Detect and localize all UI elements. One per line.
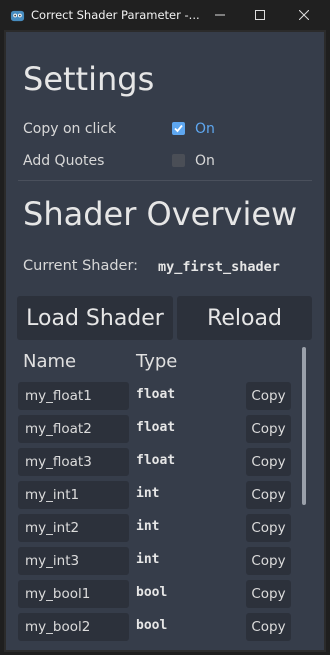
param-row: my_float2 float Copy bbox=[18, 415, 294, 443]
scrollbar-thumb[interactable] bbox=[302, 347, 306, 505]
godot-icon bbox=[10, 10, 25, 22]
param-row: my_int2 int Copy bbox=[18, 514, 294, 542]
param-name-field[interactable]: my_float2 bbox=[18, 415, 129, 443]
copy-button[interactable]: Copy bbox=[246, 514, 291, 542]
close-button[interactable] bbox=[284, 0, 324, 30]
copy-button[interactable]: Copy bbox=[246, 448, 291, 476]
add-quotes-state[interactable]: On bbox=[195, 153, 215, 169]
close-icon bbox=[299, 10, 309, 20]
window-title: Correct Shader Parameter -... bbox=[31, 8, 200, 22]
checkmark-icon bbox=[174, 124, 183, 133]
param-type: int bbox=[136, 519, 160, 534]
param-row: my_float1 float Copy bbox=[18, 382, 294, 410]
minimize-icon bbox=[215, 14, 225, 16]
copy-on-click-state[interactable]: On bbox=[195, 121, 215, 137]
copy-button[interactable]: Copy bbox=[246, 547, 291, 575]
param-name-field[interactable]: my_float3 bbox=[18, 448, 129, 476]
current-shader-value: my_first_shader bbox=[158, 259, 280, 275]
copy-button[interactable]: Copy bbox=[246, 415, 291, 443]
param-row: my_float3 float Copy bbox=[18, 448, 294, 476]
copy-on-click-checkbox[interactable] bbox=[172, 122, 185, 135]
add-quotes-checkbox[interactable] bbox=[172, 154, 185, 167]
add-quotes-label: Add Quotes bbox=[23, 153, 105, 169]
current-shader-label: Current Shader: bbox=[23, 258, 139, 274]
param-type: float bbox=[136, 420, 176, 435]
param-row: my_bool2 bool Copy bbox=[18, 613, 294, 641]
param-type: int bbox=[136, 552, 160, 567]
param-row: my_int1 int Copy bbox=[18, 481, 294, 509]
type-column-header: Type bbox=[136, 351, 178, 372]
reload-button[interactable]: Reload bbox=[177, 296, 312, 340]
divider bbox=[18, 180, 312, 181]
param-type: bool bbox=[136, 585, 168, 600]
settings-heading: Settings bbox=[23, 60, 155, 98]
param-type: float bbox=[136, 387, 176, 402]
param-type: int bbox=[136, 486, 160, 501]
param-row: my_int3 int Copy bbox=[18, 547, 294, 575]
copy-button[interactable]: Copy bbox=[246, 481, 291, 509]
copy-button[interactable]: Copy bbox=[246, 580, 291, 608]
copy-button[interactable]: Copy bbox=[246, 382, 291, 410]
name-column-header: Name bbox=[23, 351, 77, 372]
title-bar[interactable]: Correct Shader Parameter -... bbox=[0, 0, 330, 30]
param-type: bool bbox=[136, 618, 168, 633]
param-type: float bbox=[136, 453, 176, 468]
param-name-field[interactable]: my_int1 bbox=[18, 481, 129, 509]
minimize-button[interactable] bbox=[200, 0, 240, 30]
maximize-icon bbox=[255, 10, 265, 20]
param-name-field[interactable]: my_float1 bbox=[18, 382, 129, 410]
copy-on-click-label: Copy on click bbox=[23, 121, 117, 137]
param-name-field[interactable]: my_int2 bbox=[18, 514, 129, 542]
load-shader-button[interactable]: Load Shader bbox=[17, 296, 173, 340]
copy-button[interactable]: Copy bbox=[246, 613, 291, 641]
param-name-field[interactable]: my_bool2 bbox=[18, 613, 129, 641]
settings-panel: Settings Copy on click On Add Quotes On … bbox=[6, 32, 325, 650]
param-name-field[interactable]: my_int3 bbox=[18, 547, 129, 575]
maximize-button[interactable] bbox=[240, 0, 280, 30]
param-name-field[interactable]: my_bool1 bbox=[18, 580, 129, 608]
shader-overview-heading: Shader Overview bbox=[23, 195, 298, 233]
param-row: my_bool1 bool Copy bbox=[18, 580, 294, 608]
